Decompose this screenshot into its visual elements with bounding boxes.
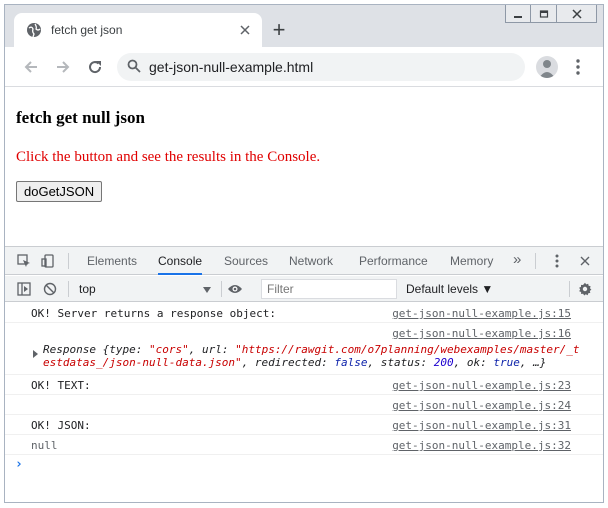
inspect-element-icon[interactable] xyxy=(15,252,33,270)
source-link[interactable]: get-json-null-example.js:24 xyxy=(392,399,571,412)
new-tab-button[interactable]: + xyxy=(268,19,290,41)
instruction-text: Click the button and see the results in … xyxy=(16,149,321,165)
null-value: null xyxy=(31,439,58,452)
more-menu-icon[interactable] xyxy=(568,56,588,78)
browser-tab[interactable]: fetch get json xyxy=(14,13,262,47)
restore-icon[interactable] xyxy=(531,5,557,23)
console-message: null get-json-null-example.js:32 xyxy=(5,435,603,455)
title-bar: fetch get json + xyxy=(5,5,603,47)
show-sidebar-icon[interactable] xyxy=(15,280,33,298)
divider xyxy=(68,253,69,269)
eye-icon[interactable] xyxy=(226,280,244,298)
message-text: OK! TEXT: xyxy=(31,379,91,392)
page-heading: fetch get null json xyxy=(16,108,145,127)
tab-console[interactable]: Console xyxy=(158,247,203,275)
close-devtools-icon[interactable] xyxy=(576,252,594,270)
tab-memory[interactable]: Memory xyxy=(450,247,493,275)
gear-icon[interactable] xyxy=(576,280,594,298)
console-message: get-json-null-example.js:24 xyxy=(5,395,603,415)
divider xyxy=(221,281,222,297)
profile-icon[interactable] xyxy=(536,56,558,78)
address-text: get-json-null-example.html xyxy=(149,59,314,75)
response-object[interactable]: Response {type: "cors", url: "https://ra… xyxy=(43,343,583,369)
globe-icon xyxy=(26,22,42,38)
forward-icon[interactable] xyxy=(51,55,75,79)
context-selector[interactable]: top xyxy=(75,279,215,299)
reload-icon[interactable] xyxy=(83,55,107,79)
back-icon[interactable] xyxy=(19,55,43,79)
devtools-menu-icon[interactable] xyxy=(548,252,566,270)
clear-console-icon[interactable] xyxy=(41,280,59,298)
console-message: OK! TEXT: get-json-null-example.js:23 xyxy=(5,375,603,395)
tab-performance[interactable]: Performance xyxy=(359,247,428,275)
console-message: get-json-null-example.js:16 Response {ty… xyxy=(5,323,603,375)
message-text: OK! JSON: xyxy=(31,419,91,432)
search-icon xyxy=(127,59,141,76)
console-toolbar: top Default levels ▼ xyxy=(5,276,603,302)
browser-window: fetch get json + get-json-null-example.h… xyxy=(4,4,604,503)
source-link[interactable]: get-json-null-example.js:32 xyxy=(392,439,571,452)
address-bar[interactable]: get-json-null-example.html xyxy=(117,53,525,81)
source-link[interactable]: get-json-null-example.js:16 xyxy=(392,327,571,340)
divider xyxy=(535,253,536,269)
context-label: top xyxy=(79,282,96,296)
page-content: fetch get null json Click the button and… xyxy=(5,88,603,245)
devtools-tab-bar: Elements Console Sources Network Perform… xyxy=(5,247,603,275)
more-tabs-button[interactable]: » xyxy=(513,247,521,275)
source-link[interactable]: get-json-null-example.js:15 xyxy=(392,307,571,320)
window-controls xyxy=(505,5,597,23)
do-get-json-button[interactable]: doGetJSON xyxy=(16,181,103,202)
browser-toolbar: get-json-null-example.html xyxy=(5,47,603,87)
divider xyxy=(68,281,69,297)
tab-sources[interactable]: Sources xyxy=(224,247,268,275)
source-link[interactable]: get-json-null-example.js:31 xyxy=(392,419,571,432)
expand-triangle-icon[interactable] xyxy=(33,350,38,358)
console-message: OK! JSON: get-json-null-example.js:31 xyxy=(5,415,603,435)
divider xyxy=(569,281,570,297)
window-close-icon[interactable] xyxy=(557,5,597,23)
message-text: OK! Server returns a response object: xyxy=(31,307,277,320)
console-message: OK! Server returns a response object: ge… xyxy=(5,303,603,323)
source-link[interactable]: get-json-null-example.js:23 xyxy=(392,379,571,392)
tab-title: fetch get json xyxy=(51,23,123,37)
console-prompt[interactable]: › xyxy=(15,457,23,472)
tab-network[interactable]: Network xyxy=(289,247,333,275)
log-levels-dropdown[interactable]: Default levels ▼ xyxy=(406,279,493,299)
console-output: OK! Server returns a response object: ge… xyxy=(5,303,603,502)
minimize-icon[interactable] xyxy=(505,5,531,23)
close-icon[interactable] xyxy=(234,19,256,41)
console-filter-input[interactable] xyxy=(261,279,397,299)
tab-elements[interactable]: Elements xyxy=(87,247,137,275)
devtools-panel: Elements Console Sources Network Perform… xyxy=(5,246,603,502)
dropdown-arrow-icon xyxy=(203,282,211,296)
device-toolbar-icon[interactable] xyxy=(39,252,57,270)
